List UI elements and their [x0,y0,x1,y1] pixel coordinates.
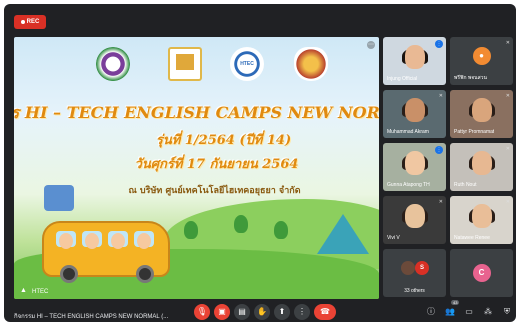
participant-name: Injung Official [387,76,418,82]
presentation-view[interactable]: ⋯ HTEC การ HI – TECH ENGLISH CAMPS NEW N… [14,37,379,299]
others-tile[interactable]: S 33 others [383,249,446,297]
participant-tile[interactable]: ⋮ Injung Official [383,37,446,85]
avatar: C [472,264,491,282]
meet-window: REC ⋯ HTEC การ HI – TECH ENGLISH CAMPS N… [4,4,516,322]
record-dot-icon [20,20,25,24]
participant-tile[interactable]: ✕ Muhammad Akram [383,90,446,138]
mic-off-icon: ✕ [505,146,510,152]
participant-tile[interactable]: ✕ Vivi V [383,196,446,244]
slide-title: การ HI – TECH ENGLISH CAMPS NEW NORMAL (… [14,103,379,122]
participant-name: Gunna Atapong TH [387,182,430,188]
participant-name: Vivi V [387,235,400,241]
participant-tile[interactable]: ⋮ Gunna Atapong TH [383,143,446,191]
activities-icon[interactable]: ⁂ [482,306,494,318]
participant-tile[interactable]: ● ✕ พรีฟิก พจนสวน [450,37,513,85]
presenter-name: HTEC [32,289,49,295]
mic-off-button[interactable]: 🎙 [194,304,210,320]
slide-date: วันศุกร์ที่ 17 กันยายน 2564 [134,157,299,172]
camera-off-button[interactable]: ▣ [214,304,230,320]
present-button[interactable]: ⬆ [274,304,290,320]
meeting-title: กิจกรรม HI – TECH ENGLISH CAMPS NEW NORM… [14,314,169,320]
info-icon[interactable]: ⓘ [425,306,437,318]
slide-generation: รุ่นที่ 1/2564 (ปีที่ 14) [155,133,292,148]
mic-off-icon: ✕ [438,93,443,99]
others-count: 33 others [404,288,425,294]
tent-illustration [317,214,369,254]
participant-tile[interactable]: ✕ Natawee Renee [450,196,513,244]
participant-name: พรีฟิก พจนสวน [454,75,487,81]
speaking-icon: ⋮ [435,146,443,154]
avatar [401,261,416,276]
participant-name: Muhammad Akram [387,129,429,135]
htec-logo: HTEC [230,47,264,81]
avatar: S [415,261,430,276]
htec-logo-text: HTEC [240,61,254,67]
raise-hand-button[interactable]: ✋ [254,304,270,320]
tree-illustration [184,221,198,239]
people-icon[interactable]: 👥 [444,306,456,318]
speaking-icon: ⋮ [435,40,443,48]
hang-up-button[interactable]: ☎ [314,304,336,320]
captions-button[interactable]: ▤ [234,304,250,320]
recording-label: REC [26,19,40,25]
people-count-badge: 43 [451,300,460,305]
school-logo-4 [294,47,328,81]
more-options-icon[interactable]: ⋯ [367,41,375,49]
host-controls-icon[interactable]: ⛨ [501,306,513,318]
participant-name: Natawee Renee [454,235,490,241]
recording-badge: REC [14,15,46,29]
bus-illustration [42,221,170,283]
luggage-illustration [44,185,74,211]
participant-tile[interactable]: C [450,249,513,297]
participant-tile[interactable]: ✕ Pattyr Promnamat [450,90,513,138]
more-options-button[interactable]: ⋮ [294,304,310,320]
participant-name: Pattyr Promnamat [454,129,495,135]
mic-off-icon: ✕ [505,40,510,46]
participant-tile[interactable]: ✕ Ruth Nout [450,143,513,191]
mic-off-icon: ✕ [438,199,443,205]
presenter-icon: ▲ [20,287,27,294]
tree-illustration [274,221,288,239]
school-logo-1 [96,47,130,81]
mic-off-icon: ✕ [505,93,510,99]
participant-name: Ruth Nout [454,182,477,188]
mic-off-icon: ✕ [505,199,510,205]
slide-venue: ณ บริษัท ศูนย์เทคโนโลยีไฮเทคอยุธยา จำกัด [128,186,301,196]
chat-icon[interactable]: ▭ [463,306,475,318]
tree-illustration [234,215,248,233]
avatar: ● [472,47,491,66]
school-logo-2 [168,47,202,81]
